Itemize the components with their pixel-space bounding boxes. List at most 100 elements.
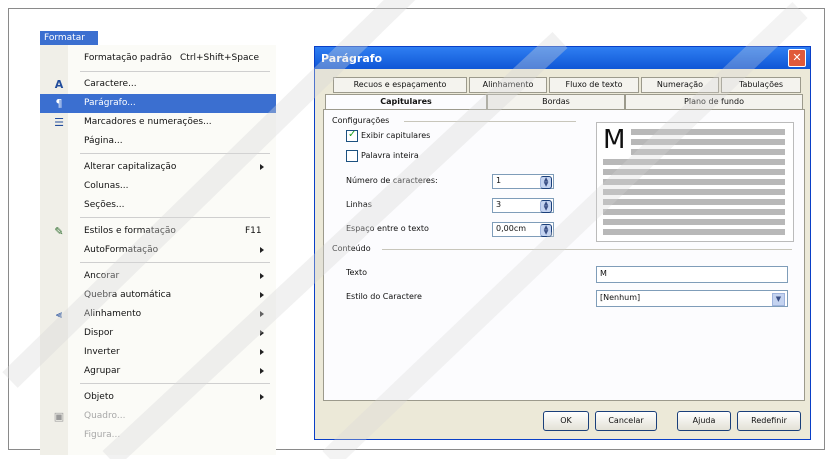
submenu-arrow-icon (260, 164, 264, 170)
menu-item-page[interactable]: Página... (40, 132, 276, 151)
spacing-label: Espaço entre o texto (346, 224, 429, 233)
menu-item-default-formatting[interactable]: Formatação padrão Ctrl+Shift+Space (40, 49, 276, 68)
lines-value: 3 (496, 200, 502, 209)
paragraph-icon: ¶ (55, 97, 63, 110)
submenu-arrow-icon (260, 394, 264, 400)
lines-label: Linhas (346, 200, 372, 209)
menu-item-paragraph[interactable]: ¶ Parágrafo... (40, 94, 276, 113)
preview-line (631, 139, 785, 145)
menu-item-sections[interactable]: Seções... (40, 196, 276, 215)
cancel-button[interactable]: Cancelar (595, 411, 657, 431)
num-chars-value: 1 (496, 176, 502, 185)
dialog-title: Parágrafo (321, 52, 383, 65)
tab-background[interactable]: Plano de fundo (625, 94, 803, 110)
num-chars-label: Número de caracteres: (346, 176, 438, 185)
menu-item-label: Dispor (84, 328, 114, 338)
preview-line (603, 219, 785, 225)
preview-line (603, 179, 785, 185)
menu-separator (80, 153, 270, 154)
lines-stepper[interactable]: 3 ▲ ▼ (492, 198, 554, 213)
char-style-value: [Nenhum] (600, 293, 641, 302)
list-icon: ☰ (54, 116, 64, 129)
tab-alignment[interactable]: Alinhamento (469, 77, 547, 93)
menu-item-label: Colunas... (84, 181, 129, 191)
menu-item-wrap[interactable]: Quebra automática (40, 286, 276, 305)
menu-item-anchor[interactable]: Ancorar (40, 267, 276, 286)
menu-separator (80, 262, 270, 263)
reset-button[interactable]: Redefinir (737, 411, 801, 431)
tab-tabs[interactable]: Tabulações (721, 77, 801, 93)
menu-item-label: Alterar capitalização (84, 162, 177, 172)
format-menu: Formatação padrão Ctrl+Shift+Space A Car… (40, 45, 276, 455)
align-icon: ⫷ (55, 308, 63, 321)
menu-item-label: Estilos e formatação (84, 226, 176, 236)
menu-item-label: Seções... (84, 200, 125, 210)
paragraph-dialog: Parágrafo ✕ Recuos e espaçamento Alinham… (314, 46, 811, 440)
help-button[interactable]: Ajuda (677, 411, 731, 431)
menu-item-change-case[interactable]: Alterar capitalização (40, 158, 276, 177)
menu-item-character[interactable]: A Caractere... (40, 75, 276, 94)
group-divider (404, 121, 576, 122)
spin-icon[interactable]: ▲ ▼ (540, 176, 552, 189)
menu-item-object[interactable]: Objeto (40, 388, 276, 407)
drop-caps-panel: Configurações Exibir capitulares Palavra… (323, 109, 805, 401)
tab-text-flow[interactable]: Fluxo de texto (549, 77, 639, 93)
submenu-arrow-icon (260, 349, 264, 355)
submenu-arrow-icon (260, 330, 264, 336)
spacing-stepper[interactable]: 0,00cm ▲ ▼ (492, 222, 554, 237)
menu-item-label: Agrupar (84, 366, 121, 376)
text-input[interactable]: M (596, 266, 788, 283)
menu-item-alignment[interactable]: ⫷ Alinhamento (40, 305, 276, 324)
tab-numbering[interactable]: Numeração (641, 77, 719, 93)
menu-item-label: Marcadores e numerações... (84, 117, 212, 127)
shortcut-label: Ctrl+Shift+Space (180, 53, 259, 63)
menu-item-label: Página... (84, 136, 123, 146)
group-divider (382, 249, 792, 250)
show-dropcaps-checkbox[interactable] (346, 129, 358, 142)
spin-icon[interactable]: ▲ ▼ (540, 200, 552, 213)
menu-item-label: Alinhamento (84, 309, 142, 319)
menu-item-group[interactable]: Agrupar (40, 362, 276, 381)
menu-separator (80, 383, 270, 384)
close-icon[interactable]: ✕ (788, 49, 806, 67)
tab-indents-spacing[interactable]: Recuos e espaçamento (333, 77, 467, 93)
preview-line (631, 129, 785, 135)
content-heading: Conteúdo (332, 244, 371, 253)
menu-item-arrange[interactable]: Dispor (40, 324, 276, 343)
menu-separator (80, 217, 270, 218)
num-chars-stepper[interactable]: 1 ▲ ▼ (492, 174, 554, 189)
preview-letter: M (603, 125, 626, 155)
styles-icon: ✎ (54, 225, 64, 238)
menu-item-styles[interactable]: ✎ Estilos e formatação F11 (40, 222, 276, 241)
submenu-arrow-icon (260, 292, 264, 298)
submenu-arrow-icon (260, 368, 264, 374)
submenu-arrow-icon (260, 247, 264, 253)
spacing-value: 0,00cm (496, 224, 527, 233)
ok-button[interactable]: OK (543, 411, 589, 431)
menu-item-label: Quadro... (84, 411, 126, 421)
shortcut-label: F11 (245, 226, 262, 236)
menu-format[interactable]: Formatar (40, 31, 98, 45)
menu-item-autoformat[interactable]: AutoFormatação (40, 241, 276, 260)
whole-word-checkbox[interactable] (346, 150, 358, 162)
preview-line (631, 149, 785, 155)
char-style-label: Estilo do Caractere (346, 292, 422, 301)
menu-separator (80, 71, 270, 72)
menu-item-label: Caractere... (84, 79, 137, 89)
tab-borders[interactable]: Bordas (487, 94, 625, 110)
chevron-down-icon[interactable]: ▼ (772, 293, 785, 306)
dialog-titlebar[interactable]: Parágrafo ✕ (315, 47, 810, 69)
spin-icon[interactable]: ▲ ▼ (540, 224, 552, 237)
submenu-arrow-icon (260, 273, 264, 279)
show-dropcaps-label: Exibir capitulares (361, 131, 431, 140)
settings-heading: Configurações (332, 116, 390, 125)
menu-item-columns[interactable]: Colunas... (40, 177, 276, 196)
whole-word-label: Palavra inteira (361, 151, 419, 160)
preview-line (603, 209, 785, 215)
menu-item-bullets[interactable]: ☰ Marcadores e numerações... (40, 113, 276, 132)
menu-item-flip[interactable]: Inverter (40, 343, 276, 362)
text-label: Texto (346, 268, 368, 277)
char-style-select[interactable]: [Nenhum] ▼ (596, 290, 788, 307)
preview-line (603, 229, 785, 235)
tab-drop-caps[interactable]: Capitulares (325, 94, 487, 110)
